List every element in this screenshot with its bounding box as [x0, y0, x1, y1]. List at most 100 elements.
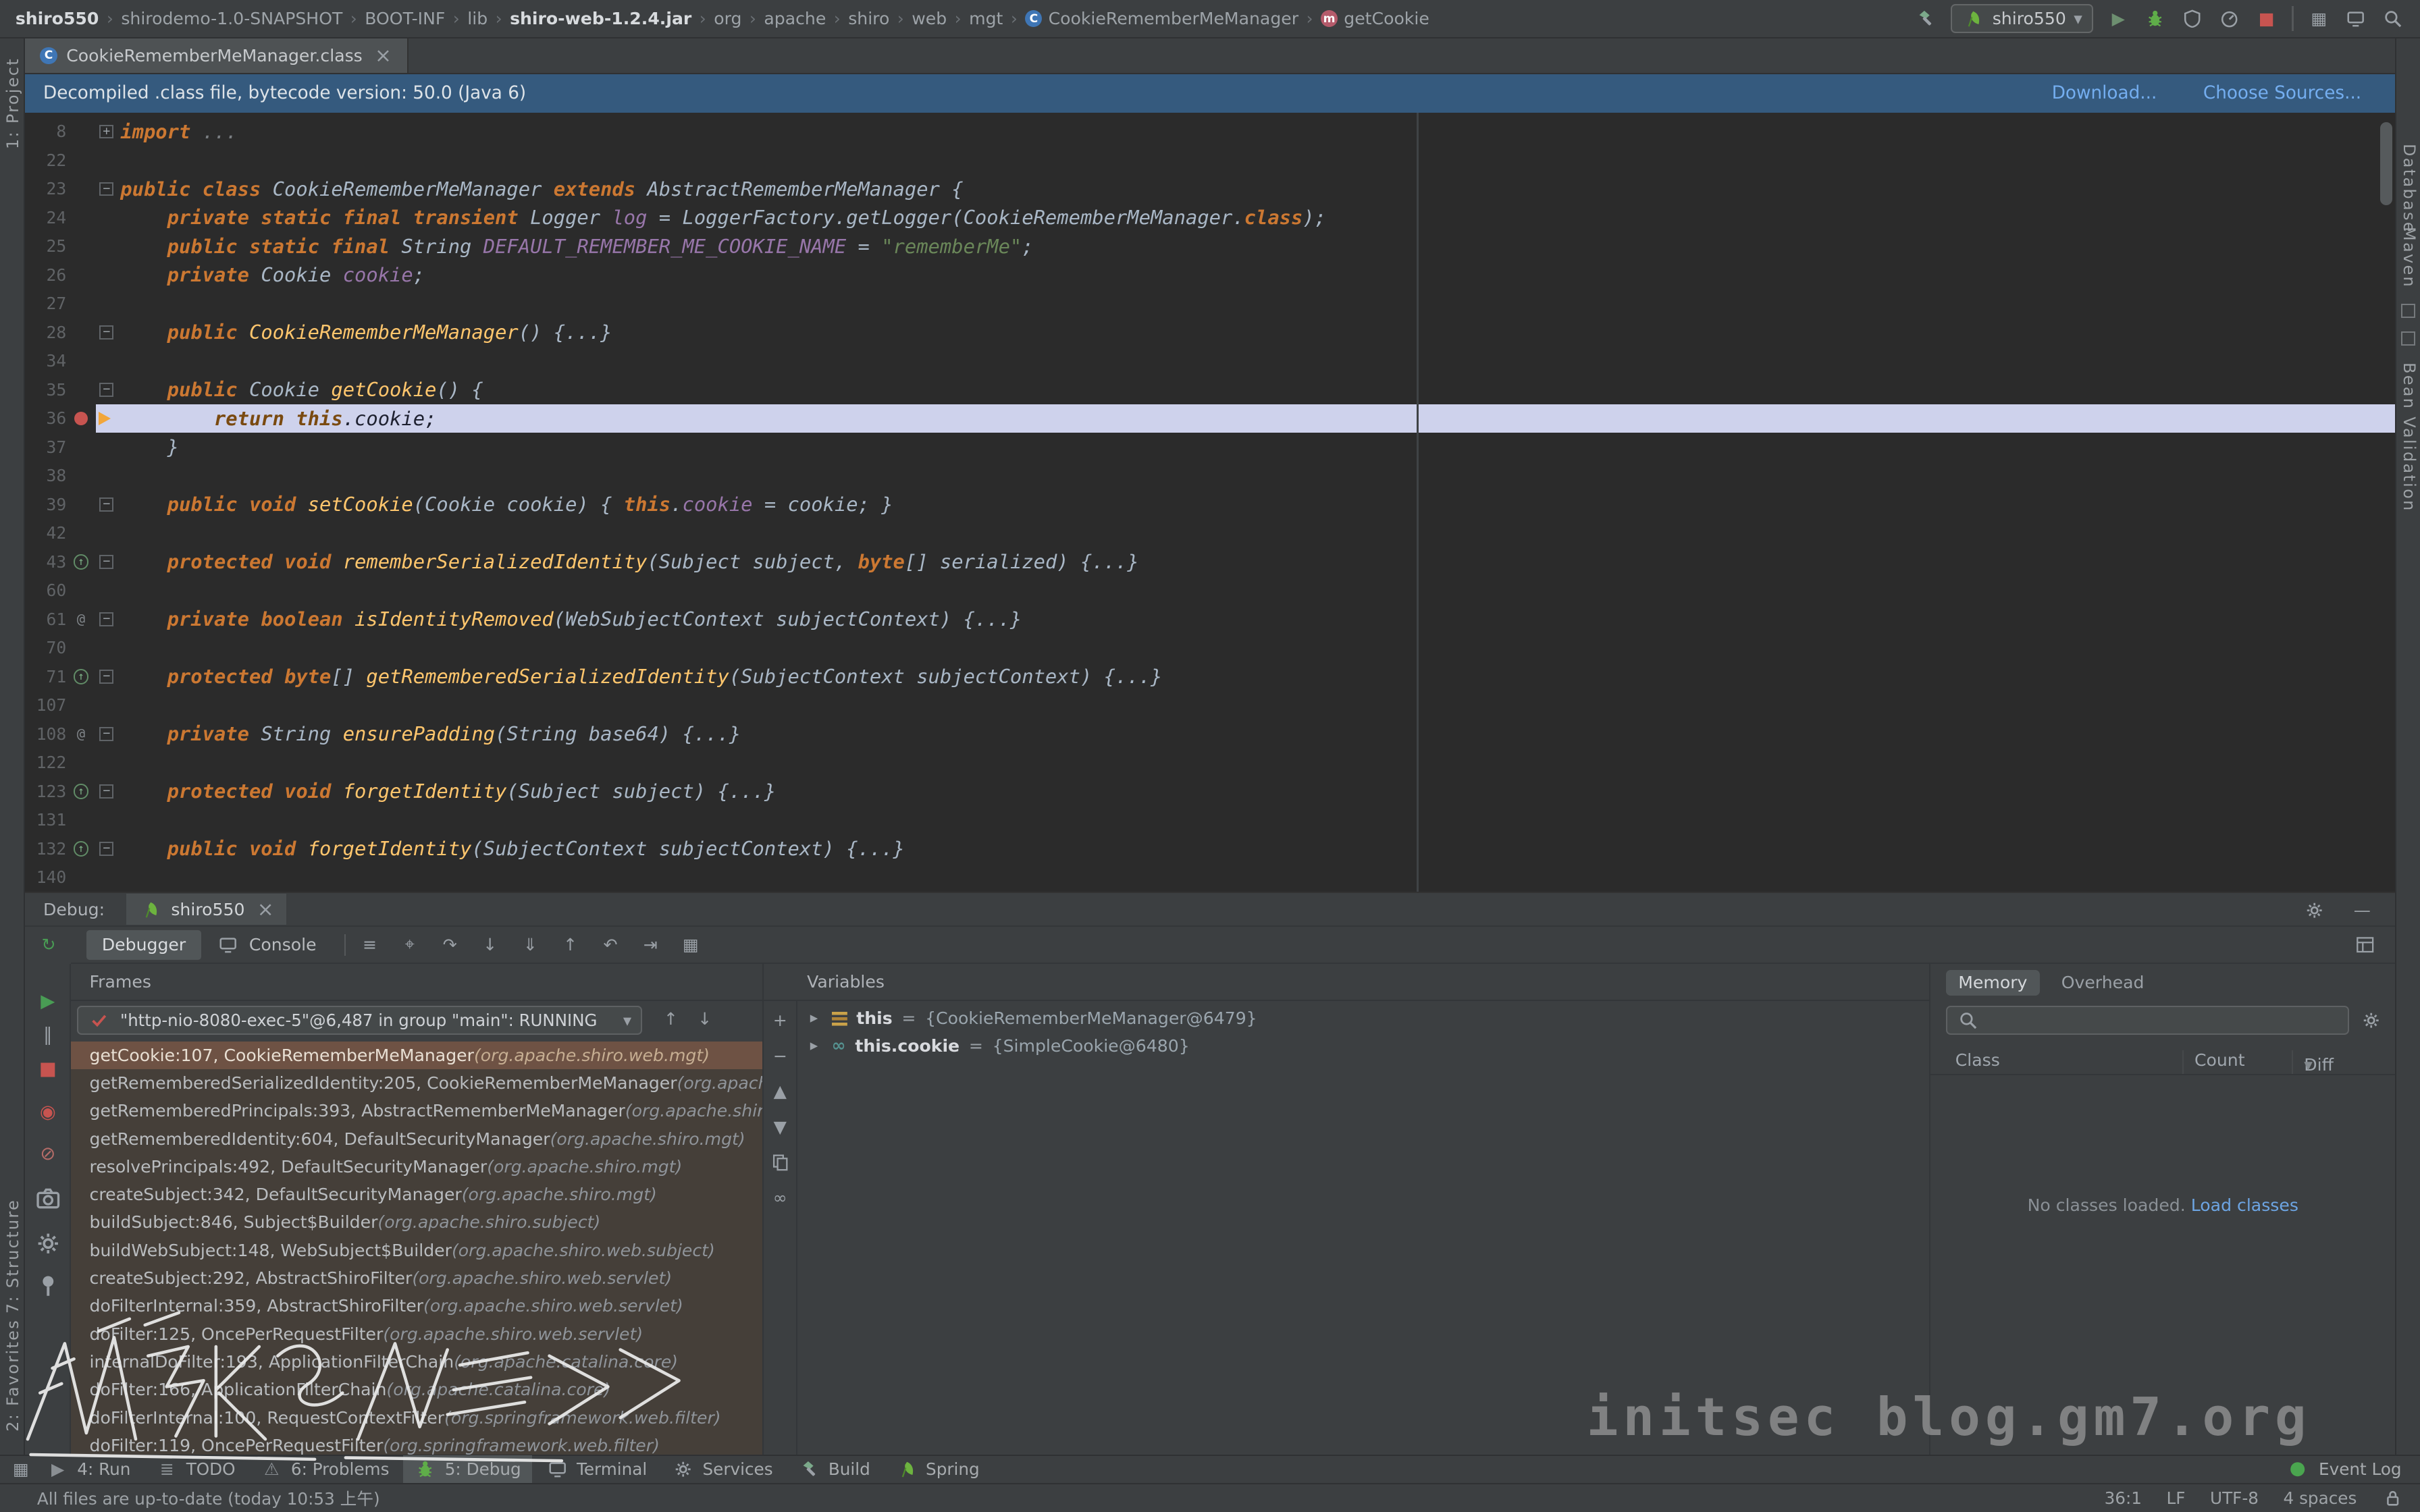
duplicate-watch-button[interactable] — [768, 1151, 791, 1174]
search-everywhere-icon[interactable] — [2382, 7, 2404, 30]
stop-button[interactable]: ■ — [2255, 7, 2278, 30]
tool-window-switcher-icon[interactable]: ▦ — [9, 1458, 32, 1481]
thread-select[interactable]: "http-nio-8080-exec-5"@6,487 in group "m… — [77, 1006, 642, 1035]
override-method-icon[interactable]: ↑ — [74, 669, 89, 684]
line-number[interactable]: 8 — [25, 122, 67, 141]
thread-dump-button[interactable] — [36, 1186, 61, 1211]
line-number[interactable]: 24 — [25, 208, 67, 227]
frame-row[interactable]: internalDoFilter:193, ApplicationFilterC… — [71, 1348, 762, 1376]
breadcrumb-item[interactable]: mgetCookie — [1321, 9, 1429, 28]
fold-icon[interactable]: − — [96, 842, 117, 856]
frame-row[interactable]: createSubject:342, DefaultSecurityManage… — [71, 1181, 762, 1208]
fold-icon[interactable]: − — [96, 497, 117, 512]
frame-row[interactable]: buildWebSubject:148, WebSubject$Builder … — [71, 1237, 762, 1264]
toolwindow-button-terminal[interactable]: Terminal — [535, 1455, 658, 1483]
move-watch-up-button[interactable]: ▲ — [768, 1080, 791, 1103]
step-out-icon[interactable]: ↑ — [558, 934, 581, 956]
tool-strip-icon[interactable] — [2401, 331, 2415, 346]
frame-row[interactable]: doFilterInternal:100, RequestContextFilt… — [71, 1403, 762, 1431]
line-number[interactable]: 25 — [25, 236, 67, 256]
frame-row[interactable]: getRememberedSerializedIdentity:205, Coo… — [71, 1069, 762, 1097]
minimize-icon[interactable]: — — [2350, 898, 2373, 921]
close-icon[interactable]: × — [257, 898, 274, 921]
tab-memory[interactable]: Memory — [1946, 970, 2040, 996]
code-editor[interactable]: 8+import ...2223−public class CookieReme… — [25, 113, 2396, 892]
coverage-button[interactable] — [2181, 7, 2204, 30]
line-number[interactable]: 122 — [25, 753, 67, 772]
line-number[interactable]: 35 — [25, 380, 67, 400]
line-number[interactable]: 140 — [25, 867, 67, 887]
indent-setting[interactable]: 4 spaces — [2284, 1488, 2357, 1508]
breadcrumb-item[interactable]: web — [912, 9, 947, 28]
breadcrumb-item[interactable]: org — [714, 9, 741, 28]
run-config-select[interactable]: shiro550 ▾ — [1951, 4, 2093, 33]
fold-icon[interactable]: − — [96, 612, 117, 626]
toolwindow-button-run[interactable]: ▶4: Run — [36, 1455, 142, 1483]
profiler-button[interactable] — [2218, 7, 2241, 30]
override-method-icon[interactable]: ↑ — [74, 841, 89, 857]
remove-watch-button[interactable]: − — [768, 1044, 791, 1067]
line-number[interactable]: 22 — [25, 151, 67, 170]
column-count[interactable]: Count — [2194, 1050, 2245, 1070]
previous-frame-icon[interactable]: ↑ — [664, 1009, 678, 1029]
fold-icon[interactable]: − — [96, 555, 117, 569]
toolwindow-button-spring[interactable]: Spring — [884, 1455, 990, 1483]
line-number[interactable]: 132 — [25, 839, 67, 859]
next-frame-icon[interactable]: ↓ — [698, 1009, 712, 1029]
debugger-settings-button[interactable] — [36, 1231, 61, 1256]
line-number[interactable]: 123 — [25, 782, 67, 801]
fold-icon[interactable]: − — [96, 670, 117, 684]
debug-button[interactable] — [2144, 7, 2167, 30]
sidebar-item-structure[interactable]: 7: Structure — [3, 1199, 22, 1314]
breadcrumb-item[interactable]: lib — [467, 9, 488, 28]
scrollbar-thumb[interactable] — [2380, 122, 2392, 205]
frame-row[interactable]: createSubject:292, AbstractShiroFilter (… — [71, 1264, 762, 1292]
line-number[interactable]: 26 — [25, 265, 67, 285]
debug-session-tab[interactable]: shiro550 × — [126, 894, 286, 925]
drop-frame-icon[interactable]: ↶ — [599, 934, 622, 956]
memory-search-input[interactable] — [1946, 1006, 2349, 1035]
sidebar-item-bean-validation[interactable]: Bean Validation — [2400, 362, 2419, 512]
frame-row[interactable]: buildSubject:846, Subject$Builder (org.a… — [71, 1208, 762, 1236]
sidebar-item-favorites[interactable]: 2: Favorites — [3, 1319, 22, 1432]
line-separator[interactable]: LF — [2167, 1488, 2186, 1508]
sidebar-item-maven[interactable]: Maven — [2400, 227, 2419, 288]
line-number[interactable]: 43 — [25, 552, 67, 572]
line-number[interactable]: 131 — [25, 810, 67, 830]
frame-row[interactable]: getRememberedIdentity:604, DefaultSecuri… — [71, 1125, 762, 1152]
terminal-monitor-icon[interactable] — [2344, 7, 2367, 30]
pause-button[interactable]: ∥ — [36, 1023, 61, 1048]
load-classes-link[interactable]: Load classes — [2191, 1195, 2298, 1215]
expand-chevron-icon[interactable]: ▸ — [810, 1009, 822, 1027]
line-number[interactable]: 39 — [25, 495, 67, 514]
breadcrumb-item[interactable]: shiro — [848, 9, 889, 28]
line-number[interactable]: 36 — [25, 408, 67, 428]
tab-overhead[interactable]: Overhead — [2049, 970, 2156, 996]
fold-icon[interactable]: − — [96, 383, 117, 397]
tool-strip-icon[interactable] — [2401, 304, 2415, 318]
restore-layout-icon[interactable] — [2354, 934, 2377, 956]
step-into-icon[interactable]: ↓ — [479, 934, 502, 956]
line-number[interactable]: 34 — [25, 351, 67, 371]
toolwindow-button-services[interactable]: Services — [661, 1455, 784, 1483]
force-step-into-icon[interactable]: ⇓ — [519, 934, 542, 956]
breadcrumb-item[interactable]: shiro-web-1.2.4.jar — [510, 9, 691, 28]
tab-console[interactable]: Console — [201, 930, 332, 959]
resume-button[interactable]: ▶ — [36, 989, 61, 1014]
line-number[interactable]: 60 — [25, 580, 67, 600]
frame-row[interactable]: resolvePrincipals:492, DefaultSecurityMa… — [71, 1153, 762, 1181]
rerun-debug-button[interactable]: ↻ — [37, 934, 60, 956]
frame-row[interactable]: getRememberedPrincipals:393, AbstractRem… — [71, 1097, 762, 1125]
frame-row[interactable]: doFilter:125, OncePerRequestFilter (org.… — [71, 1320, 762, 1348]
fold-icon[interactable]: + — [96, 125, 117, 139]
fold-icon[interactable]: − — [96, 325, 117, 340]
variable-row[interactable]: ▸this={CookieRememberMeManager@6479} — [797, 1004, 1929, 1032]
line-number[interactable]: 61 — [25, 610, 67, 629]
step-over-icon[interactable]: ↷ — [438, 934, 461, 956]
line-number[interactable]: 27 — [25, 294, 67, 313]
move-watch-down-button[interactable]: ▼ — [768, 1115, 791, 1138]
fold-icon[interactable]: − — [96, 784, 117, 799]
readonly-lock-icon[interactable] — [2382, 1486, 2404, 1509]
sidebar-item-project[interactable]: 1: Project — [3, 57, 22, 149]
expand-chevron-icon[interactable]: ▸ — [810, 1037, 822, 1054]
